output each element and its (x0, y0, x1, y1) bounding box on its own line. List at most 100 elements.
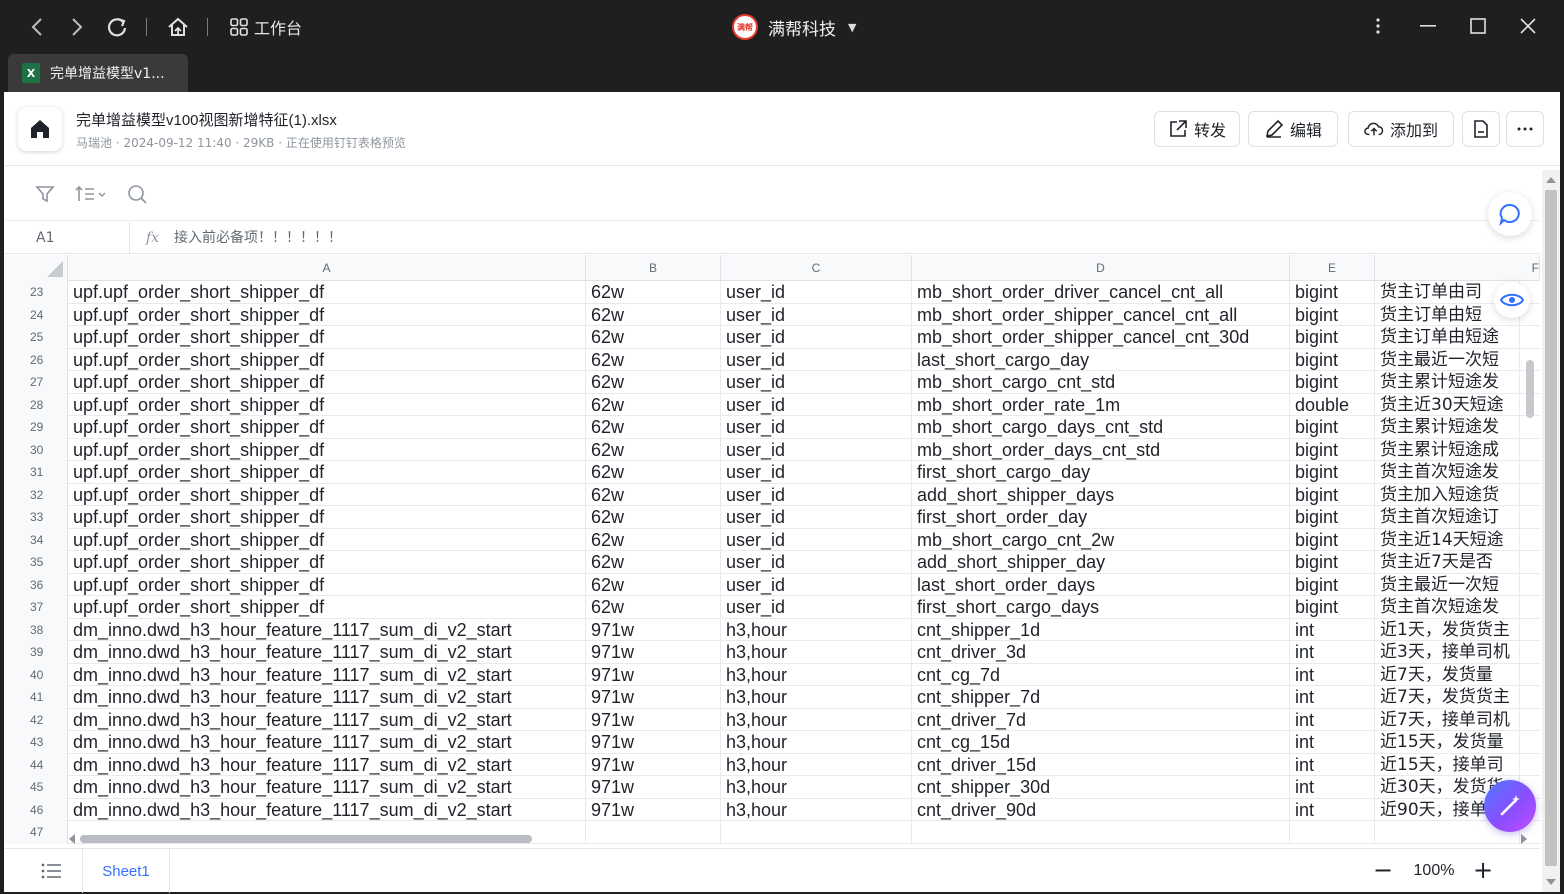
table-cell[interactable]: mb_short_cargo_days_cnt_std (912, 416, 1290, 439)
table-cell[interactable]: upf.upf_order_short_shipper_df (68, 461, 586, 484)
table-cell[interactable]: 货主最近一次短 (1375, 348, 1520, 371)
table-cell[interactable]: 货主订单由短途 (1375, 326, 1520, 349)
add-to-button[interactable]: 添加到 (1348, 111, 1454, 147)
table-cell[interactable]: int (1290, 686, 1375, 709)
table-cell[interactable]: h3,hour (721, 798, 912, 821)
table-cell[interactable]: user_id (721, 348, 912, 371)
horizontal-scroll-thumb[interactable] (80, 835, 532, 843)
table-cell[interactable]: user_id (721, 393, 912, 416)
table-cell[interactable]: bigint (1290, 528, 1375, 551)
table-cell[interactable]: upf.upf_order_short_shipper_df (68, 596, 586, 619)
search-icon[interactable] (126, 183, 150, 207)
table-cell[interactable]: cnt_cg_15d (912, 731, 1290, 754)
row-number[interactable]: 28 (4, 393, 68, 416)
row-number[interactable]: 30 (4, 438, 68, 461)
row-number[interactable]: 27 (4, 371, 68, 394)
table-cell[interactable]: upf.upf_order_short_shipper_df (68, 416, 586, 439)
table-cell[interactable]: user_id (721, 281, 912, 304)
row-number[interactable]: 46 (4, 798, 68, 821)
table-cell[interactable]: 货主首次短途发 (1375, 596, 1520, 619)
table-cell[interactable]: 62w (586, 438, 721, 461)
table-cell[interactable]: upf.upf_order_short_shipper_df (68, 348, 586, 371)
table-cell[interactable]: bigint (1290, 461, 1375, 484)
table-cell[interactable]: upf.upf_order_short_shipper_df (68, 483, 586, 506)
table-cell[interactable]: mb_short_order_rate_1m (912, 393, 1290, 416)
table-cell[interactable]: 62w (586, 303, 721, 326)
column-header[interactable]: F (1375, 255, 1540, 281)
table-cell[interactable]: last_short_order_days (912, 573, 1290, 596)
table-cell[interactable]: 货主累计短途成 (1375, 438, 1520, 461)
table-cell[interactable]: mb_short_order_driver_cancel_cnt_all (912, 281, 1290, 304)
table-cell[interactable]: 971w (586, 753, 721, 776)
row-number[interactable]: 32 (4, 483, 68, 506)
table-cell[interactable]: user_id (721, 416, 912, 439)
table-cell[interactable]: 近15天，发货量 (1375, 731, 1520, 754)
row-number[interactable]: 40 (4, 663, 68, 686)
table-cell[interactable]: h3,hour (721, 708, 912, 731)
table-cell[interactable]: upf.upf_order_short_shipper_df (68, 528, 586, 551)
row-number[interactable]: 25 (4, 326, 68, 349)
row-number[interactable]: 39 (4, 641, 68, 664)
table-cell[interactable]: h3,hour (721, 753, 912, 776)
table-cell[interactable]: 近1天，发货货主 (1375, 618, 1520, 641)
ai-assistant-button[interactable] (1484, 780, 1536, 832)
table-cell[interactable]: dm_inno.dwd_h3_hour_feature_1117_sum_di_… (68, 686, 586, 709)
table-cell[interactable]: 62w (586, 281, 721, 304)
table-cell[interactable]: user_id (721, 551, 912, 574)
table-cell[interactable]: 62w (586, 551, 721, 574)
table-cell[interactable]: 货主累计短途发 (1375, 416, 1520, 439)
row-number[interactable]: 36 (4, 573, 68, 596)
table-cell[interactable]: 近7天，发货货主 (1375, 686, 1520, 709)
column-header[interactable]: A (68, 255, 586, 281)
table-cell[interactable]: upf.upf_order_short_shipper_df (68, 573, 586, 596)
horizontal-scrollbar[interactable] (68, 832, 1528, 844)
row-number[interactable]: 41 (4, 686, 68, 709)
table-cell[interactable]: upf.upf_order_short_shipper_df (68, 303, 586, 326)
table-cell[interactable]: 62w (586, 348, 721, 371)
table-cell[interactable]: mb_short_cargo_cnt_2w (912, 528, 1290, 551)
select-all-corner[interactable] (4, 255, 68, 281)
table-cell[interactable]: 971w (586, 798, 721, 821)
table-cell[interactable]: cnt_driver_7d (912, 708, 1290, 731)
home-button[interactable] (18, 107, 62, 151)
table-cell[interactable]: 971w (586, 618, 721, 641)
row-number[interactable]: 37 (4, 596, 68, 619)
row-number[interactable]: 23 (4, 281, 68, 304)
table-cell[interactable]: user_id (721, 303, 912, 326)
zoom-out-button[interactable]: − (1370, 857, 1396, 885)
sheet-tab[interactable]: Sheet1 (82, 849, 170, 893)
table-cell[interactable]: h3,hour (721, 641, 912, 664)
table-cell[interactable]: upf.upf_order_short_shipper_df (68, 326, 586, 349)
more-vertical-icon[interactable] (1358, 10, 1398, 42)
formula-value[interactable]: 接入前必备项！！！！！！ (174, 222, 342, 254)
table-cell[interactable]: bigint (1290, 506, 1375, 529)
maximize-icon[interactable] (1458, 10, 1498, 42)
table-cell[interactable]: 62w (586, 371, 721, 394)
table-cell[interactable]: upf.upf_order_short_shipper_df (68, 281, 586, 304)
scroll-right-icon[interactable] (1520, 834, 1528, 844)
row-number[interactable]: 34 (4, 528, 68, 551)
row-number[interactable]: 43 (4, 731, 68, 754)
row-number[interactable]: 42 (4, 708, 68, 731)
table-cell[interactable]: cnt_driver_15d (912, 753, 1290, 776)
table-cell[interactable]: 62w (586, 326, 721, 349)
table-cell[interactable]: bigint (1290, 573, 1375, 596)
table-cell[interactable]: cnt_driver_3d (912, 641, 1290, 664)
refresh-icon[interactable] (102, 12, 132, 42)
close-icon[interactable] (1508, 10, 1548, 42)
edit-button[interactable]: 编辑 (1248, 111, 1338, 147)
table-cell[interactable]: user_id (721, 596, 912, 619)
table-cell[interactable]: bigint (1290, 596, 1375, 619)
row-number[interactable]: 44 (4, 753, 68, 776)
table-cell[interactable]: 971w (586, 776, 721, 799)
table-cell[interactable]: h3,hour (721, 731, 912, 754)
view-mode-button[interactable] (1494, 282, 1530, 318)
table-cell[interactable]: dm_inno.dwd_h3_hour_feature_1117_sum_di_… (68, 753, 586, 776)
table-cell[interactable]: user_id (721, 326, 912, 349)
forward-icon[interactable] (62, 12, 92, 42)
table-cell[interactable]: int (1290, 663, 1375, 686)
row-number[interactable]: 35 (4, 551, 68, 574)
table-cell[interactable]: 近3天，接单司机 (1375, 641, 1520, 664)
table-cell[interactable]: 62w (586, 573, 721, 596)
table-cell[interactable]: user_id (721, 506, 912, 529)
